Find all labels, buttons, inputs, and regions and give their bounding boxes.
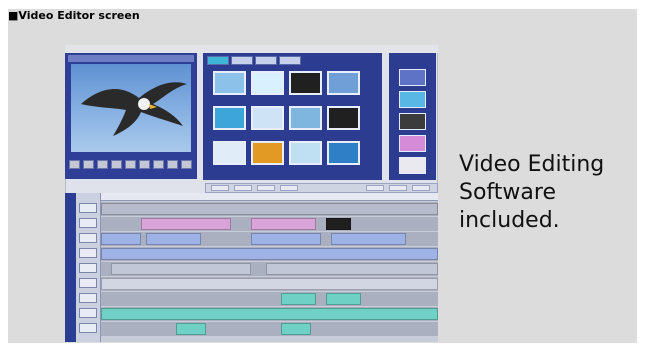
timeline-clip[interactable] — [251, 218, 316, 230]
tagline-line-3: included. — [459, 208, 560, 233]
toolbar-button[interactable] — [280, 185, 298, 191]
preview-video-frame — [71, 64, 191, 152]
tab-4[interactable] — [279, 56, 301, 65]
clip-thumbnail[interactable] — [327, 141, 360, 165]
playback-controls — [69, 160, 193, 170]
clip-thumbnail[interactable] — [289, 141, 322, 165]
timeline-clip[interactable] — [101, 248, 438, 260]
tab-3[interactable] — [255, 56, 277, 65]
transition-thumbnail[interactable] — [399, 91, 426, 108]
loop-icon[interactable] — [153, 160, 164, 169]
clip-thumbnail[interactable] — [251, 106, 284, 130]
rewind-icon[interactable] — [69, 160, 80, 169]
timeline-clip[interactable] — [101, 278, 438, 290]
stop-icon[interactable] — [111, 160, 122, 169]
clip-thumbnail[interactable] — [289, 71, 322, 95]
timeline-clip[interactable] — [266, 263, 438, 275]
tagline: Video Editing Software included. — [459, 151, 604, 235]
toolbar-button[interactable] — [257, 185, 275, 191]
toolbar-button[interactable] — [412, 185, 430, 191]
track-lane — [101, 277, 438, 291]
clip-thumbnail[interactable] — [327, 71, 360, 95]
timeline-clip[interactable] — [251, 233, 321, 245]
timeline — [65, 193, 438, 342]
timeline-clip[interactable] — [101, 308, 438, 320]
eagle-image — [81, 82, 187, 136]
audio-icon[interactable] — [79, 323, 97, 333]
transition-thumbnail[interactable] — [399, 113, 426, 130]
tab-2[interactable] — [231, 56, 253, 65]
step-forward-icon[interactable] — [125, 160, 136, 169]
menu-bar — [65, 45, 438, 53]
transition-panel — [389, 53, 436, 180]
camera-icon[interactable] — [79, 233, 97, 243]
track-lane — [101, 292, 438, 306]
text-icon[interactable] — [79, 308, 97, 318]
toolbar-button[interactable] — [234, 185, 252, 191]
film-icon[interactable] — [79, 218, 97, 228]
record-icon[interactable] — [167, 160, 178, 169]
toolbar-button[interactable] — [389, 185, 407, 191]
timeline-clip[interactable] — [176, 323, 206, 335]
toolbar-button[interactable] — [366, 185, 384, 191]
tab-1[interactable] — [207, 56, 229, 65]
film-icon[interactable] — [79, 203, 97, 213]
clip-thumbnail[interactable] — [213, 71, 246, 95]
timeline-clip[interactable] — [146, 233, 201, 245]
track-lane — [101, 247, 438, 261]
fast-forward-icon[interactable] — [139, 160, 150, 169]
track-lane — [101, 307, 438, 321]
clip-thumbnail[interactable] — [327, 106, 360, 130]
track-lane — [101, 202, 438, 216]
play-icon[interactable] — [97, 160, 108, 169]
clip-thumbnail[interactable] — [251, 141, 284, 165]
timeline-clip[interactable] — [141, 218, 231, 230]
transition-thumbnail[interactable] — [399, 157, 426, 174]
music-icon[interactable] — [79, 278, 97, 288]
preview-titlebar — [68, 55, 194, 62]
clip-thumbnail[interactable] — [251, 71, 284, 95]
clip-thumbnail[interactable] — [213, 141, 246, 165]
timeline-clip[interactable] — [101, 233, 141, 245]
track-lane — [101, 217, 438, 231]
timeline-clip[interactable] — [326, 293, 361, 305]
music-icon[interactable] — [79, 263, 97, 273]
track-lane — [101, 262, 438, 276]
camera-icon[interactable] — [79, 248, 97, 258]
clip-thumbnail[interactable] — [213, 106, 246, 130]
text-icon[interactable] — [79, 293, 97, 303]
track-lane — [101, 232, 438, 246]
tagline-line-1: Video Editing — [459, 152, 605, 177]
timeline-toolbar — [205, 183, 438, 193]
timeline-clip[interactable] — [281, 323, 311, 335]
video-editor-screenshot — [65, 45, 438, 342]
time-ruler[interactable] — [101, 193, 438, 201]
timeline-clip[interactable] — [326, 218, 351, 230]
clip-thumbnail[interactable] — [289, 106, 322, 130]
settings-icon[interactable] — [181, 160, 192, 169]
transition-thumbnail[interactable] — [399, 69, 426, 86]
timeline-sidebar — [65, 193, 76, 342]
track-lane — [101, 322, 438, 336]
transition-thumbnail[interactable] — [399, 135, 426, 152]
figure-caption: ■Video Editor screen — [8, 9, 140, 22]
tagline-line-2: Software — [459, 180, 556, 205]
step-back-icon[interactable] — [83, 160, 94, 169]
timeline-clip[interactable] — [331, 233, 406, 245]
clip-browser — [203, 53, 382, 180]
timeline-clip[interactable] — [281, 293, 316, 305]
toolbar-button[interactable] — [211, 185, 229, 191]
thumbnail-grid — [213, 71, 363, 171]
preview-window — [65, 53, 197, 179]
timeline-clip[interactable] — [111, 263, 251, 275]
